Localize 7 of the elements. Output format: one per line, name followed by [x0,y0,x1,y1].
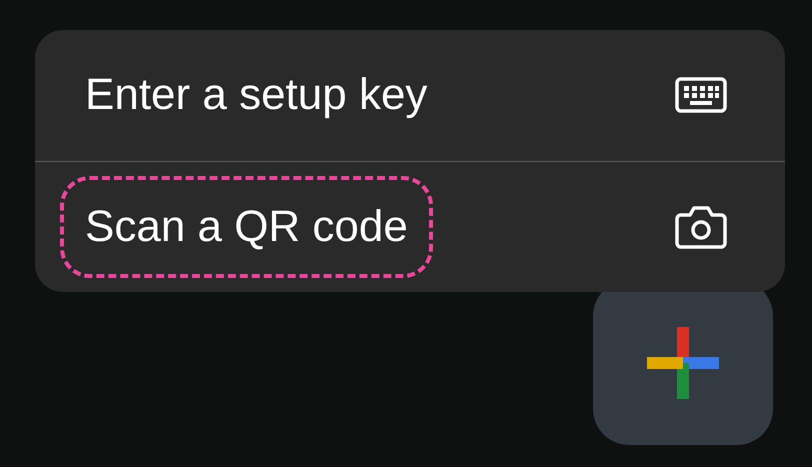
keyboard-icon [675,77,727,114]
menu-item-label: Scan a QR code [60,176,433,278]
menu-item[interactable]: Enter a setup key [35,30,785,160]
menu-item-label: Enter a setup key [84,69,428,122]
menu-item[interactable]: Scan a QR code [35,160,785,292]
plus-icon [647,326,719,398]
camera-icon [675,204,727,249]
